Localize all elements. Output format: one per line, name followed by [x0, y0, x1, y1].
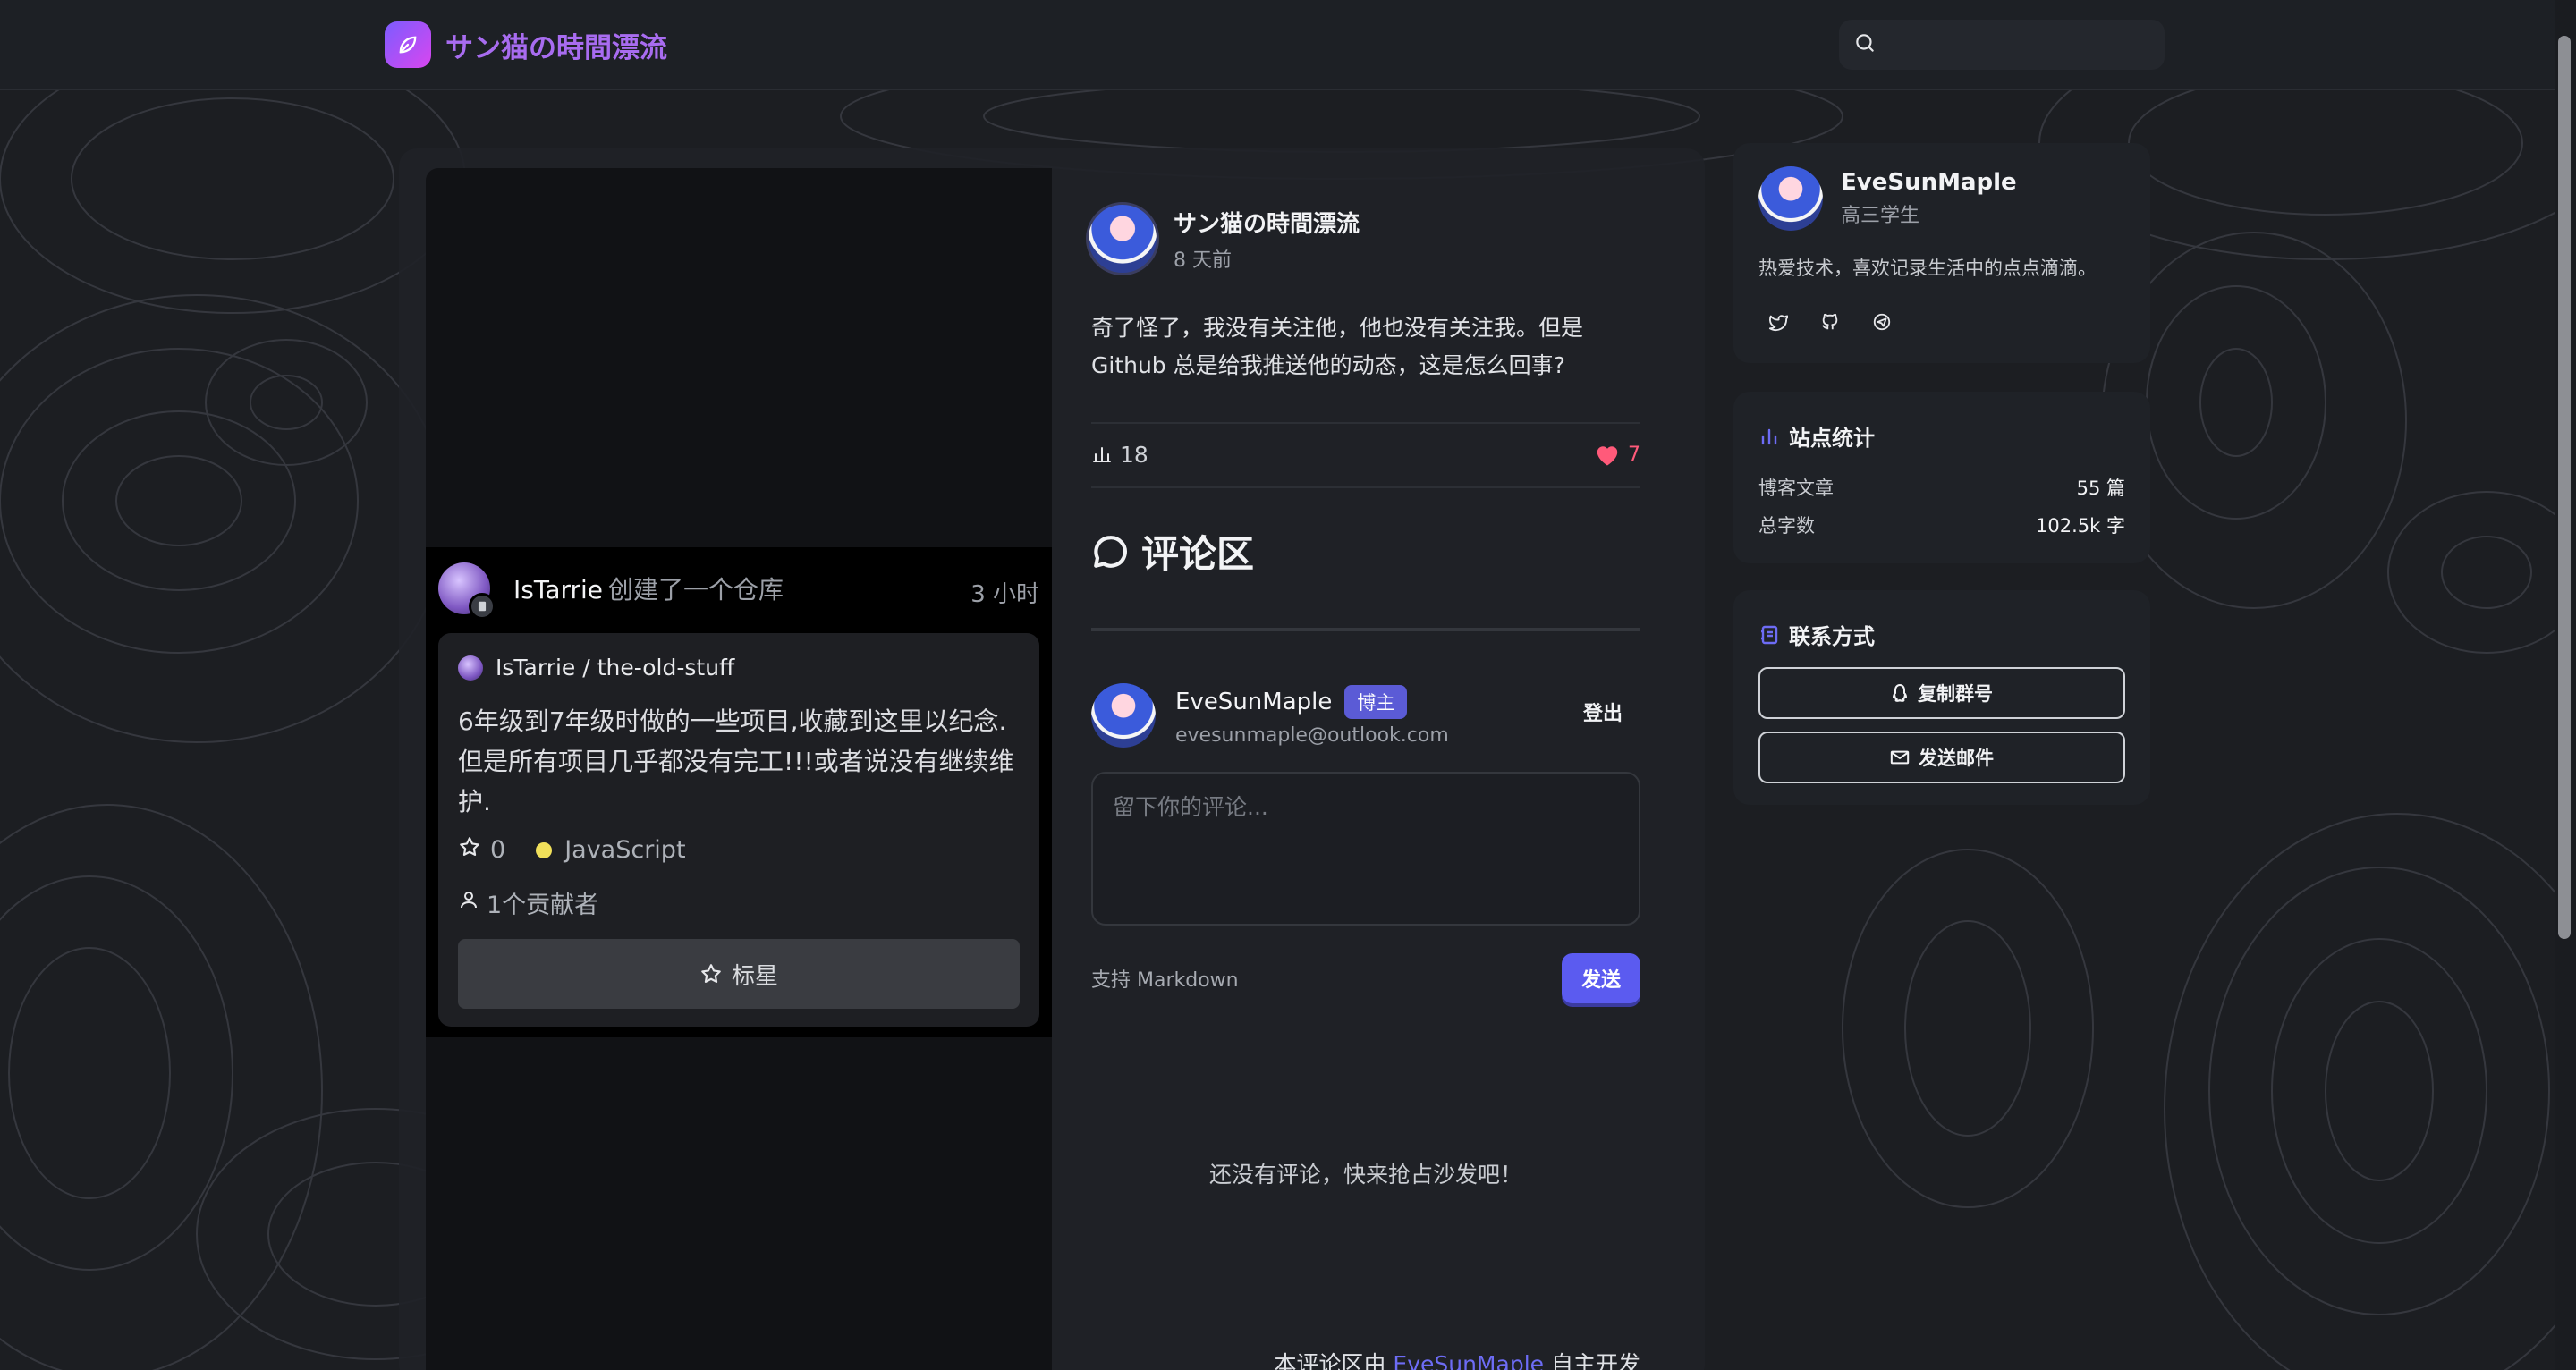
post-body: 奇了怪了，我没有关注他，他也没有关注我。但是 Github 总是给我推送他的动态… [1091, 315, 1584, 378]
stat-label: 博客文章 [1758, 478, 1834, 499]
comment-section-title: 评论区 [1091, 524, 1254, 579]
send-email-button[interactable]: 发送邮件 [1758, 732, 2125, 783]
empty-comments-note: 还没有评论，快来抢占沙发吧！ [1208, 1162, 1522, 1188]
avatar[interactable] [1086, 202, 1159, 275]
post-content-column: サン猫の時間漂流 8 天前 奇了怪了，我没有关注他，他也没有关注我。但是 Git… [1052, 168, 1705, 1370]
markdown-support-note: 支持 Markdown [1091, 969, 1239, 992]
repo-language: JavaScript [564, 836, 686, 864]
post-stats: 18 7 [1091, 436, 1640, 472]
repo-separator: / [582, 655, 590, 681]
avatar [1091, 683, 1156, 748]
post-time: 8 天前 [1174, 249, 1232, 272]
footer-suffix: 自主开发 [1550, 1351, 1640, 1370]
repo-owner: IsTarrie [496, 655, 576, 681]
heart-icon [1597, 446, 1618, 466]
stat-value: 55 篇 [2076, 478, 2125, 499]
avatar[interactable] [438, 562, 496, 620]
event-header: IsTarrie 创建了一个仓库 [438, 562, 1039, 620]
event-summary: IsTarrie 创建了一个仓库 [513, 571, 784, 606]
stat-posts: 博客文章 55 篇 [1758, 474, 2125, 501]
brand-home-link[interactable]: サン猫の時間漂流 [385, 21, 667, 68]
github-icon[interactable] [1819, 311, 1841, 333]
repo-star-count: 0 [490, 836, 506, 864]
profile-bio: 热爱技术，喜欢记录生活中的点点滴滴。 [1758, 258, 2097, 279]
comment-bubble-icon [1094, 535, 1127, 568]
star-repo-button[interactable]: 标星 [458, 939, 1020, 1009]
stat-value: 102.5k 字 [2036, 515, 2125, 537]
contact-heading: 联系方式 [1758, 619, 1875, 650]
site-stats-heading: 站点统计 [1758, 420, 1875, 452]
owner-badge: 博主 [1344, 684, 1408, 719]
telegram-icon[interactable] [1871, 311, 1893, 333]
post-author: サン猫の時間漂流 8 天前 [1086, 202, 1360, 275]
mail-icon [1890, 750, 1910, 765]
search-icon [1853, 31, 1877, 58]
footer-prefix: 本评论区由 [1274, 1351, 1386, 1370]
send-comment-button[interactable]: 发送 [1562, 953, 1640, 1003]
search-input[interactable] [1887, 32, 2147, 57]
contact-card: 联系方式 复制群号 发送邮件 [1733, 590, 2150, 805]
page-scrollbar[interactable] [2555, 0, 2576, 1370]
social-links [1767, 311, 1893, 333]
site-stats-card: 站点统计 博客文章 55 篇 总字数 102.5k 字 [1733, 392, 2150, 563]
view-count-value: 18 [1120, 441, 1148, 468]
event-user[interactable]: IsTarrie [513, 575, 603, 605]
like-count: 7 [1628, 443, 1640, 466]
star-button-label: 标星 [731, 962, 778, 990]
logout-button[interactable]: 登出 [1583, 698, 1623, 726]
repo-title[interactable]: IsTarrie / the-old-stuff [458, 655, 734, 681]
top-navbar: サン猫の時間漂流 [0, 0, 2576, 90]
commenter-email: evesunmaple@outlook.com [1175, 723, 1449, 747]
divider [1091, 422, 1640, 424]
repo-meta: 0 JavaScript [458, 835, 686, 865]
comment-input[interactable] [1091, 772, 1640, 926]
contributors-label: 1个贡献者 [487, 892, 599, 919]
profile-name: EveSunMaple [1841, 169, 2017, 196]
repo-card[interactable]: IsTarrie / the-old-stuff 6年级到7年级时做的一些项目,… [438, 633, 1039, 1027]
leaf-logo-icon [385, 21, 431, 68]
qq-icon [1892, 683, 1908, 702]
avatar[interactable] [1758, 166, 1823, 231]
user-icon [458, 889, 479, 917]
bar-chart-icon [1761, 428, 1777, 444]
commenter-name: EveSunMaple [1175, 688, 1333, 715]
scrollbar-thumb[interactable] [2558, 36, 2571, 939]
github-event-pane: IsTarrie 创建了一个仓库 3 小时 IsTarrie / the-old-… [426, 168, 1052, 1370]
divider [1091, 486, 1640, 488]
like-button[interactable]: 7 [1594, 442, 1640, 467]
avatar [458, 655, 483, 681]
developer-link[interactable]: EveSunMaple [1393, 1351, 1544, 1370]
comment-footer-note: 本评论区由 EveSunMaple 自主开发 [1274, 1347, 1640, 1370]
divider [1091, 628, 1640, 631]
stat-label: 总字数 [1758, 515, 1815, 537]
search-box[interactable] [1839, 20, 2165, 70]
address-book-icon [1761, 625, 1778, 644]
repo-description: 6年级到7年级时做的一些项目,收藏到这里以纪念.但是所有项目几乎都没有完工!!!… [458, 706, 1014, 816]
site-stats-title: 站点统计 [1789, 426, 1875, 451]
site-title: サン猫の時間漂流 [445, 31, 667, 64]
post-author-name[interactable]: サン猫の時間漂流 [1174, 206, 1360, 239]
repo-badge-icon [469, 593, 496, 620]
github-event-card: IsTarrie 创建了一个仓库 3 小时 IsTarrie / the-old-… [426, 547, 1052, 1037]
comment-section-label: 评论区 [1141, 532, 1255, 576]
stat-words: 总字数 102.5k 字 [1758, 512, 2125, 538]
language-color-dot [536, 841, 553, 858]
commenter-row: EveSunMaple 博主 evesunmaple@outlook.com 登… [1091, 680, 1640, 751]
repo-name: the-old-stuff [597, 655, 735, 681]
star-icon [701, 964, 721, 983]
repo-contributors: 1个贡献者 [458, 885, 598, 920]
profile-card: EveSunMaple 高三学生 热爱技术，喜欢记录生活中的点点滴滴。 [1733, 143, 2150, 363]
event-action: 创建了一个仓库 [608, 575, 784, 605]
twitter-icon[interactable] [1767, 311, 1789, 333]
send-email-label: 发送邮件 [1919, 748, 1994, 769]
bar-chart-icon [1093, 447, 1111, 462]
profile-role: 高三学生 [1841, 205, 1920, 227]
copy-group-button[interactable]: 复制群号 [1758, 667, 2125, 719]
view-count: 18 [1091, 442, 1148, 468]
contact-title: 联系方式 [1789, 624, 1875, 649]
copy-group-label: 复制群号 [1918, 683, 1993, 705]
event-time: 3 小时 [970, 581, 1039, 608]
star-icon [458, 835, 481, 865]
